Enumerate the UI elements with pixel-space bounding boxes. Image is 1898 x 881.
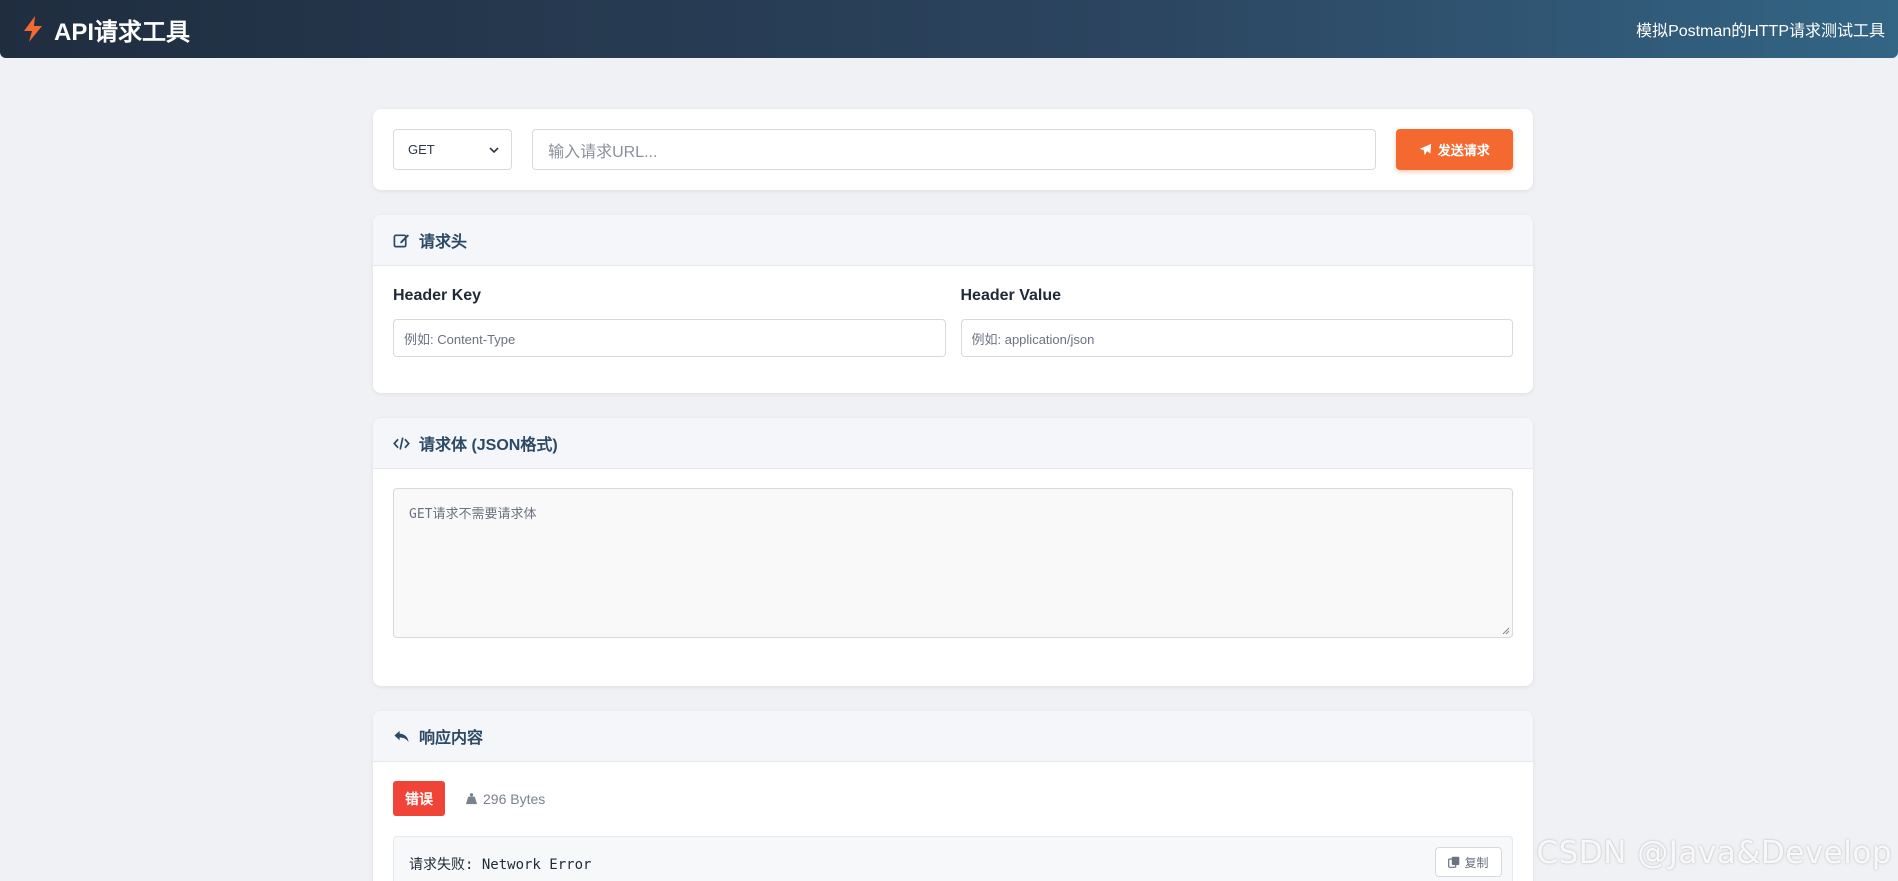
send-request-button[interactable]: 发送请求 [1395,129,1513,170]
top-navbar: API请求工具 模拟Postman的HTTP请求测试工具 [0,0,1898,58]
app-tagline: 模拟Postman的HTTP请求测试工具 [1636,23,1885,40]
response-fail-label: 请求失败: [409,857,482,873]
header-key-column: Header Key 例如: Content-Type [393,287,946,357]
bolt-icon [24,16,42,42]
edit-icon [393,233,410,247]
header-value-column: Header Value 例如: application/json [960,287,1513,357]
response-card: 响应内容 错误 296 Bytes 请求失败: Network Error 复制 [373,711,1533,881]
method-value: GET [408,142,435,157]
response-text: 请求失败: Network Error [409,854,591,874]
body-placeholder-text: 请求不需要请求体 [432,507,537,522]
request-bar: GET 输入请求URL... 发送请求 [373,109,1533,190]
body-title: 请求体 (JSON格式) [419,437,558,454]
header-value-placeholder: 例如: application/json [971,331,1095,347]
copy-icon [1448,856,1460,868]
reply-icon [394,730,409,742]
body-placeholder-prefix: GET [409,507,433,522]
headers-card: 请求头 Header Key 例如: Content-Type Header V… [373,215,1533,393]
response-card-header: 响应内容 [373,711,1533,762]
send-label: 发送请求 [1437,143,1490,158]
response-meta: 错误 296 Bytes [393,781,545,816]
copy-button[interactable]: 复制 [1435,847,1502,877]
chevron-down-icon [489,146,499,153]
resize-grip-icon[interactable] [1502,627,1510,635]
watermark: CSDN @Java&Develop [1536,835,1892,871]
request-body-textarea[interactable]: GET请求不需要请求体 [393,488,1513,638]
weight-icon [465,793,478,805]
status-badge: 错误 [393,781,445,816]
response-size: 296 Bytes [465,791,545,807]
code-icon [393,436,410,450]
method-select[interactable]: GET [393,129,513,170]
paper-plane-icon [1419,143,1431,156]
body-card: 请求体 (JSON格式) GET请求不需要请求体 [373,418,1533,686]
url-input[interactable]: 输入请求URL... [532,129,1376,170]
brand[interactable]: API请求工具 [20,12,190,47]
headers-grid: Header Key 例如: Content-Type Header Value… [393,287,1513,357]
response-size-value: 296 Bytes [483,790,546,807]
body-card-header: 请求体 (JSON格式) [373,418,1533,469]
headers-card-header: 请求头 [373,215,1533,266]
header-key-label: Header Key [393,287,482,304]
header-value-label: Header Value [960,287,1062,304]
header-key-input[interactable]: 例如: Content-Type [393,319,946,357]
copy-label: 复制 [1464,855,1489,870]
header-key-placeholder: 例如: Content-Type [404,331,516,347]
response-title: 响应内容 [419,730,484,747]
response-body: 请求失败: Network Error 复制 [393,836,1513,881]
response-error-text: Network Error [481,857,592,873]
app-title: API请求工具 [54,18,191,46]
header-value-input[interactable]: 例如: application/json [960,319,1513,357]
headers-title: 请求头 [419,234,468,251]
url-placeholder: 输入请求URL... [548,143,658,161]
